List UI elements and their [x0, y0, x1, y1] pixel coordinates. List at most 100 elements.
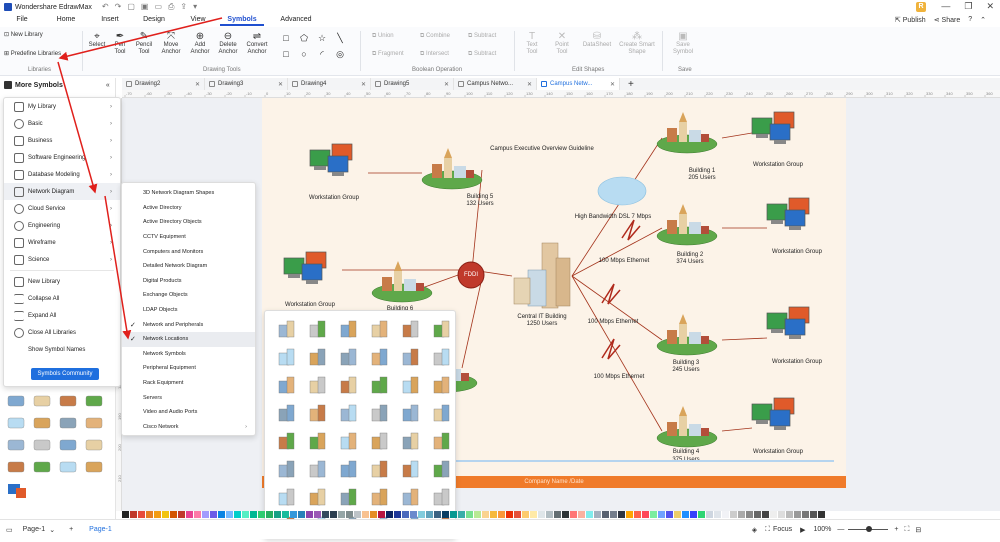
delete-anchor-tool[interactable]: ⊖ Delete Anchor	[216, 31, 240, 56]
create-smart-shape-tool[interactable]: ⁂ Create Smart Shape	[618, 31, 656, 56]
menu-action-show-names[interactable]: Show Symbol Names	[4, 341, 120, 358]
color-swatch[interactable]	[202, 511, 209, 518]
symbol-thumbnail-icon[interactable]	[433, 432, 450, 450]
submenu-item[interactable]: 3D Network Diagram Shapes	[122, 186, 255, 201]
symbol-thumbnail-icon[interactable]	[340, 460, 357, 478]
color-swatch[interactable]	[402, 511, 409, 518]
color-swatch[interactable]	[282, 511, 289, 518]
symbol-thumbnail-icon[interactable]	[340, 404, 357, 422]
color-swatch[interactable]	[418, 511, 425, 518]
circle-shape-icon[interactable]: ○	[299, 49, 309, 59]
close-tab-icon[interactable]: ✕	[444, 81, 449, 88]
central-it-building-icon[interactable]	[513, 242, 571, 309]
symbol-thumbnail-icon[interactable]	[402, 404, 419, 422]
menu-item-network-diagram[interactable]: Network Diagram ›	[4, 183, 120, 200]
pentagon-shape-icon[interactable]: ⬠	[299, 33, 309, 43]
color-swatch[interactable]	[298, 511, 305, 518]
submenu-item[interactable]: Detailed Network Diagram	[122, 259, 255, 274]
workstation-icon[interactable]	[309, 143, 353, 176]
library-symbol-icon[interactable]	[7, 439, 25, 451]
convert-anchor-tool[interactable]: ⇌ Convert Anchor	[244, 31, 270, 56]
color-swatch[interactable]	[794, 511, 801, 518]
add-page-icon[interactable]: +	[69, 526, 73, 533]
rectangle-shape-icon[interactable]: □	[281, 33, 291, 43]
symbol-thumbnail-icon[interactable]	[371, 376, 388, 394]
combine-button[interactable]: ⧉ Combine	[420, 33, 464, 40]
color-swatch[interactable]	[810, 511, 817, 518]
page-tab[interactable]: Page-1	[89, 526, 112, 533]
color-swatch[interactable]	[338, 511, 345, 518]
predefine-libraries-button[interactable]: ⊞ Predefine Libraries	[4, 51, 74, 58]
color-swatch[interactable]	[554, 511, 561, 518]
symbol-thumbnail-icon[interactable]	[309, 460, 326, 478]
library-symbol-icon[interactable]	[59, 417, 77, 429]
symbol-thumbnail-icon[interactable]	[402, 488, 419, 506]
color-swatch[interactable]	[314, 511, 321, 518]
color-swatch[interactable]	[250, 511, 257, 518]
symbol-thumbnail-icon[interactable]	[371, 320, 388, 338]
symbol-thumbnail-icon[interactable]	[340, 348, 357, 366]
color-swatch[interactable]	[306, 511, 313, 518]
color-swatch[interactable]	[626, 511, 633, 518]
save-symbol-button[interactable]: ▣ Save Symbol	[670, 31, 696, 56]
color-swatch[interactable]	[514, 511, 521, 518]
page-layout-icon[interactable]: ▭	[6, 526, 13, 534]
color-swatch[interactable]	[682, 511, 689, 518]
symbol-thumbnail-icon[interactable]	[278, 488, 295, 506]
zoom-level[interactable]: 100%	[814, 526, 832, 533]
library-symbol-icon[interactable]	[33, 439, 51, 451]
zoom-slider[interactable]	[848, 526, 889, 532]
library-symbol-icon[interactable]	[33, 461, 51, 473]
new-tab-icon[interactable]: +	[628, 79, 634, 90]
color-swatch[interactable]	[442, 511, 449, 518]
zoom-out-icon[interactable]: —	[837, 526, 844, 533]
page-selector[interactable]: Page-1	[23, 526, 46, 533]
building-island-icon[interactable]	[656, 406, 718, 448]
layers-icon[interactable]: ◈	[752, 526, 757, 534]
menu-item-basic[interactable]: Basic ›	[4, 115, 120, 132]
color-swatch[interactable]	[778, 511, 785, 518]
symbol-thumbnail-icon[interactable]	[371, 488, 388, 506]
workstation-icon[interactable]	[283, 251, 327, 284]
symbol-thumbnail-icon[interactable]	[278, 376, 295, 394]
submenu-item[interactable]: Servers	[122, 390, 255, 405]
menu-item-wireframe[interactable]: Wireframe ›	[4, 234, 120, 251]
select-tool[interactable]: ⌖ Select	[88, 31, 106, 49]
submenu-item[interactable]: Rack Equipment	[122, 376, 255, 391]
menu-item-science[interactable]: Science ›	[4, 251, 120, 268]
color-swatch[interactable]	[234, 511, 241, 518]
color-swatch[interactable]	[274, 511, 281, 518]
tab-drawing4[interactable]: Drawing4 ✕	[288, 78, 371, 90]
print-icon[interactable]: ⎙	[168, 2, 174, 12]
library-symbol-icon[interactable]	[7, 417, 25, 429]
symbol-thumbnail-icon[interactable]	[371, 404, 388, 422]
menu-item-database-modeling[interactable]: Database Modeling ›	[4, 166, 120, 183]
library-symbol-icon[interactable]	[33, 417, 51, 429]
workstation-icon[interactable]	[766, 306, 810, 339]
subtract-button[interactable]: ⧉ Subtract	[468, 33, 512, 40]
color-swatch[interactable]	[538, 511, 545, 518]
menu-item-engineering[interactable]: Engineering ›	[4, 217, 120, 234]
menu-advanced[interactable]: Advanced	[264, 14, 328, 26]
menu-item-my-library[interactable]: My Library ›	[4, 98, 120, 115]
menu-action-collapse-all[interactable]: Collapse All	[4, 290, 120, 307]
menu-view[interactable]: View	[176, 14, 220, 26]
symbol-thumbnail-icon[interactable]	[371, 432, 388, 450]
symbol-thumbnail-icon[interactable]	[371, 348, 388, 366]
library-symbol-icon[interactable]	[59, 395, 77, 407]
submenu-item[interactable]: LDAP Objects	[122, 303, 255, 318]
library-symbol-icon[interactable]	[85, 417, 103, 429]
symbol-thumbnail-icon[interactable]	[309, 404, 326, 422]
undo-icon[interactable]: ↶	[102, 2, 109, 12]
building-island-icon[interactable]	[421, 148, 483, 190]
fullscreen-icon[interactable]: ⊟	[915, 526, 921, 534]
export-icon[interactable]: ⇪	[180, 2, 187, 12]
library-symbol-icon[interactable]	[59, 439, 77, 451]
symbol-thumbnail-icon[interactable]	[309, 488, 326, 506]
symbol-thumbnail-icon[interactable]	[340, 376, 357, 394]
color-swatch[interactable]	[698, 511, 705, 518]
color-swatch[interactable]	[658, 511, 665, 518]
tab-campus-network-2[interactable]: Campus Netw... ✕	[537, 78, 620, 90]
symbol-thumbnail-icon[interactable]	[309, 320, 326, 338]
color-swatch[interactable]	[754, 511, 761, 518]
